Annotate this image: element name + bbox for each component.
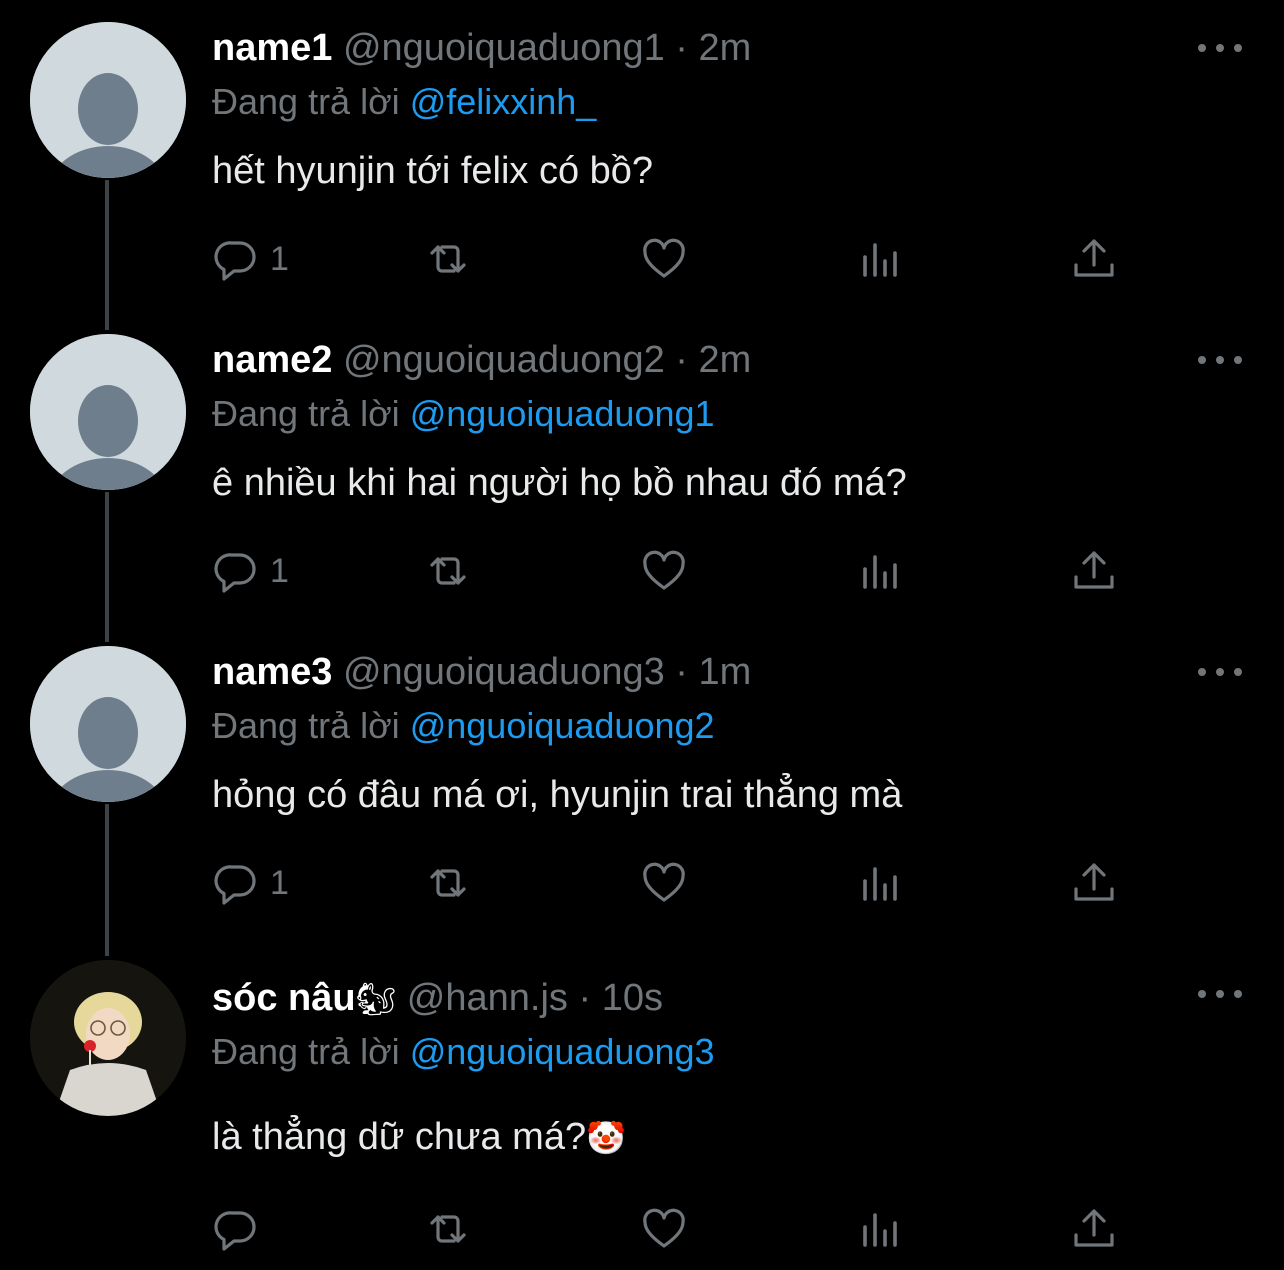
reply-context: Đang trả lời @nguoiquaduong3: [212, 1028, 715, 1076]
tweet[interactable]: name1 @nguoiquaduong1 · 2m Đang trả lời …: [0, 0, 1284, 320]
clown-emoji-icon: 🤡: [586, 1120, 626, 1156]
heart-icon: [643, 1208, 685, 1248]
tweet-text: hết hyunjin tới felix có bồ?: [212, 150, 654, 192]
tweet-text: ê nhiều khi hai người họ bồ nhau đó má?: [212, 462, 907, 504]
tweet-actions: [212, 1204, 1132, 1254]
retweet-button[interactable]: [424, 546, 472, 596]
tweet[interactable]: name3 @nguoiquaduong3 · 1m Đang trả lời …: [0, 624, 1284, 944]
share-icon: [1074, 239, 1114, 277]
share-button[interactable]: [1070, 1204, 1118, 1254]
heart-icon: [643, 862, 685, 902]
tweet-header: name3 @nguoiquaduong3 · 1m: [212, 648, 751, 696]
timestamp[interactable]: 1m: [699, 651, 752, 693]
more-options-icon[interactable]: [1196, 982, 1244, 1006]
retweet-button[interactable]: [424, 1204, 472, 1254]
share-button[interactable]: [1070, 858, 1118, 908]
reply-count: 1: [270, 239, 289, 278]
tweet[interactable]: name2 @nguoiquaduong2 · 2m Đang trả lời …: [0, 312, 1284, 632]
tweet-actions: 1: [212, 546, 1132, 596]
default-avatar-icon[interactable]: [30, 22, 186, 178]
analytics-button[interactable]: [857, 1204, 905, 1254]
reply-context: Đang trả lời @felixxinh_: [212, 78, 596, 126]
user-handle[interactable]: @nguoiquaduong2: [343, 339, 665, 381]
timestamp[interactable]: 2m: [699, 27, 752, 69]
tweet-actions: 1: [212, 234, 1132, 284]
analytics-icon: [863, 243, 897, 277]
reply-context: Đang trả lời @nguoiquaduong2: [212, 702, 715, 750]
reply-button[interactable]: 1: [212, 546, 289, 596]
reply-prefix: Đang trả lời: [212, 1031, 400, 1072]
timestamp[interactable]: 2m: [699, 339, 752, 381]
reply-icon: [214, 1211, 256, 1251]
like-button[interactable]: [640, 858, 688, 908]
tweet[interactable]: sóc nâu🐿 @hann.js · 10s Đang trả lời @ng…: [0, 944, 1284, 1270]
more-options-icon[interactable]: [1196, 36, 1244, 60]
share-icon: [1074, 863, 1114, 901]
default-avatar-icon[interactable]: [30, 334, 186, 490]
reply-icon: [214, 553, 256, 593]
reply-count: 1: [270, 551, 289, 590]
tweet-header: name2 @nguoiquaduong2 · 2m: [212, 336, 751, 384]
tweet-text: là thẳng dữ chưa má?🤡: [212, 1112, 626, 1163]
heart-icon: [643, 550, 685, 590]
reply-mention-link[interactable]: @nguoiquaduong2: [410, 705, 715, 746]
separator-dot: ·: [578, 977, 592, 1019]
like-button[interactable]: [640, 546, 688, 596]
chipmunk-emoji-icon: 🐿: [355, 981, 397, 1017]
timestamp[interactable]: 10s: [602, 977, 663, 1019]
analytics-icon: [863, 1213, 897, 1247]
reply-button[interactable]: [212, 1204, 270, 1254]
tweet-text-body: là thẳng dữ chưa má?: [212, 1116, 587, 1158]
display-name[interactable]: name1: [212, 27, 332, 69]
more-options-icon[interactable]: [1196, 660, 1244, 684]
separator-dot: ·: [675, 339, 688, 381]
reply-icon: [214, 865, 256, 905]
tweet-header: name1 @nguoiquaduong1 · 2m: [212, 24, 751, 72]
reply-prefix: Đang trả lời: [212, 393, 400, 434]
share-button[interactable]: [1070, 234, 1118, 284]
retweet-icon: [430, 245, 466, 273]
display-name[interactable]: sóc nâu: [212, 977, 356, 1019]
share-button[interactable]: [1070, 546, 1118, 596]
reply-mention-link[interactable]: @felixxinh_: [410, 81, 597, 122]
analytics-icon: [863, 555, 897, 589]
separator-dot: ·: [675, 27, 688, 69]
more-options-icon[interactable]: [1196, 348, 1244, 372]
analytics-icon: [863, 867, 897, 901]
retweet-icon: [430, 557, 466, 585]
tweet-actions: 1: [212, 858, 1132, 908]
user-handle[interactable]: @hann.js: [407, 977, 568, 1019]
user-photo-avatar[interactable]: [30, 960, 186, 1116]
separator-dot: ·: [675, 651, 688, 693]
reply-prefix: Đang trả lời: [212, 81, 400, 122]
retweet-icon: [430, 1215, 466, 1243]
analytics-button[interactable]: [857, 858, 905, 908]
reply-mention-link[interactable]: @nguoiquaduong3: [410, 1031, 715, 1072]
display-name[interactable]: name3: [212, 651, 332, 693]
user-handle[interactable]: @nguoiquaduong3: [343, 651, 665, 693]
reply-prefix: Đang trả lời: [212, 705, 400, 746]
display-name[interactable]: name2: [212, 339, 332, 381]
share-icon: [1074, 1209, 1114, 1247]
heart-icon: [643, 238, 685, 278]
reply-button[interactable]: 1: [212, 234, 289, 284]
reply-button[interactable]: 1: [212, 858, 289, 908]
default-avatar-icon[interactable]: [30, 646, 186, 802]
analytics-button[interactable]: [857, 234, 905, 284]
reply-mention-link[interactable]: @nguoiquaduong1: [410, 393, 715, 434]
tweet-header: sóc nâu🐿 @hann.js · 10s: [212, 974, 663, 1022]
like-button[interactable]: [640, 1204, 688, 1254]
like-button[interactable]: [640, 234, 688, 284]
retweet-icon: [430, 869, 466, 897]
share-icon: [1074, 551, 1114, 589]
reply-icon: [214, 241, 256, 281]
reply-count: 1: [270, 863, 289, 902]
analytics-button[interactable]: [857, 546, 905, 596]
user-handle[interactable]: @nguoiquaduong1: [343, 27, 665, 69]
reply-context: Đang trả lời @nguoiquaduong1: [212, 390, 715, 438]
retweet-button[interactable]: [424, 234, 472, 284]
tweet-text: hỏng có đâu má ơi, hyunjin trai thẳng mà: [212, 774, 903, 816]
retweet-button[interactable]: [424, 858, 472, 908]
